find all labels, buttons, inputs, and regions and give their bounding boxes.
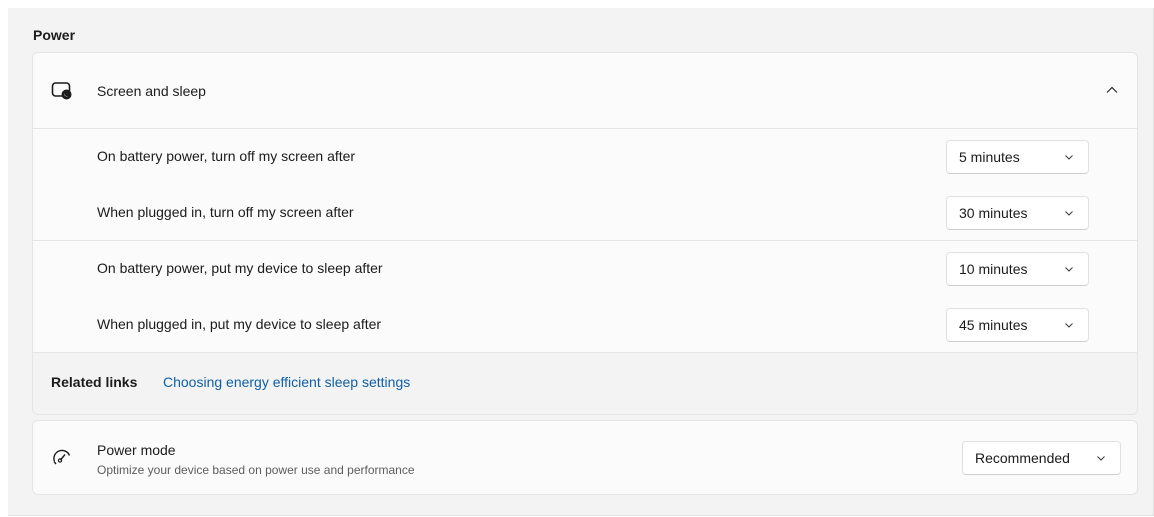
power-mode-gauge-icon — [53, 449, 71, 465]
battery-screen-off-row: On battery power, turn off my screen aft… — [33, 129, 1137, 185]
power-mode-dropdown[interactable]: Recommended — [962, 441, 1121, 475]
power-mode-card: Power mode Optimize your device based on… — [32, 420, 1138, 495]
setting-label: On battery power, turn off my screen aft… — [97, 148, 356, 164]
plugged-sleep-row: When plugged in, put my device to sleep … — [33, 297, 1137, 353]
setting-label: When plugged in, turn off my screen afte… — [97, 204, 354, 220]
screen-sleep-icon — [51, 82, 72, 100]
setting-label: When plugged in, put my device to sleep … — [97, 316, 382, 332]
screen-and-sleep-header[interactable]: Screen and sleep — [33, 53, 1137, 129]
related-links-title: Related links — [51, 374, 138, 390]
battery-sleep-row: On battery power, put my device to sleep… — [33, 241, 1137, 297]
section-title: Power — [33, 27, 76, 43]
screen-and-sleep-label: Screen and sleep — [97, 83, 206, 99]
chevron-down-icon — [1065, 323, 1073, 328]
battery-screen-off-dropdown[interactable]: 5 minutes — [946, 140, 1089, 174]
dropdown-value: 5 minutes — [959, 149, 1020, 165]
power-mode-description: Optimize your device based on power use … — [97, 463, 415, 477]
plugged-screen-off-dropdown[interactable]: 30 minutes — [946, 196, 1089, 230]
plugged-screen-off-row: When plugged in, turn off my screen afte… — [33, 185, 1137, 241]
plugged-sleep-dropdown[interactable]: 45 minutes — [946, 308, 1089, 342]
chevron-down-icon — [1065, 267, 1073, 272]
setting-label: On battery power, put my device to sleep… — [97, 260, 383, 276]
dropdown-value: Recommended — [975, 450, 1070, 466]
energy-efficient-sleep-link[interactable]: Choosing energy efficient sleep settings — [163, 374, 410, 390]
chevron-down-icon — [1065, 211, 1073, 216]
related-links-section: Related links Choosing energy efficient … — [33, 352, 1137, 414]
dropdown-value: 30 minutes — [959, 205, 1028, 221]
settings-page: Power Screen and sleep On battery power,… — [8, 8, 1154, 516]
power-mode-title: Power mode — [97, 442, 176, 458]
battery-sleep-dropdown[interactable]: 10 minutes — [946, 252, 1089, 286]
chevron-up-icon[interactable] — [1105, 84, 1119, 96]
screen-and-sleep-card: Screen and sleep On battery power, turn … — [32, 52, 1138, 415]
chevron-down-icon — [1097, 456, 1105, 461]
dropdown-value: 10 minutes — [959, 261, 1028, 277]
dropdown-value: 45 minutes — [959, 317, 1028, 333]
chevron-down-icon — [1065, 155, 1073, 160]
